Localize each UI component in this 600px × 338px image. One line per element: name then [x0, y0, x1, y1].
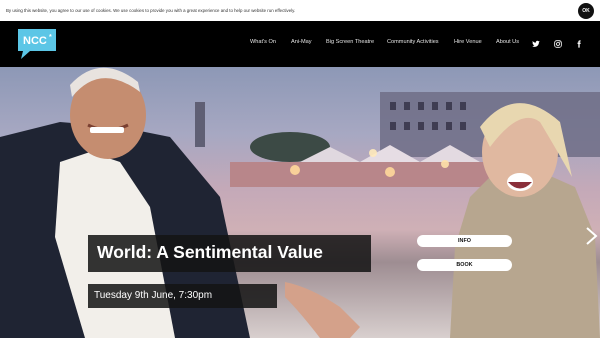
chevron-right-icon[interactable] — [584, 227, 598, 245]
cookie-message: By using this website, you agree to our … — [6, 8, 296, 13]
info-button[interactable]: INFO — [417, 235, 512, 247]
nav-whats-on[interactable]: What's On — [250, 39, 276, 45]
svg-text:*: * — [49, 34, 52, 41]
logo-text: NCC — [23, 35, 47, 47]
header: NCC * What's On Ani-May Big Screen Theat… — [0, 21, 600, 67]
logo[interactable]: NCC * — [18, 29, 56, 59]
cookie-ok-button[interactable]: OK — [578, 3, 594, 19]
nav-about-us[interactable]: About Us — [496, 39, 519, 45]
event-title: World: A Sentimental Value — [97, 242, 323, 262]
logo-icon: NCC * — [18, 29, 56, 59]
facebook-icon[interactable] — [575, 40, 583, 48]
nav-big-screen-theatre[interactable]: Big Screen Theatre — [326, 39, 374, 45]
nav-community-activities[interactable]: Community Activities — [387, 39, 439, 45]
instagram-icon[interactable] — [554, 40, 562, 48]
nav-ani-may[interactable]: Ani-May — [291, 39, 312, 45]
event-date: Tuesday 9th June, 7:30pm — [94, 290, 213, 301]
cookie-banner: By using this website, you agree to our … — [0, 0, 600, 21]
nav-hire-venue[interactable]: Hire Venue — [454, 39, 482, 45]
event-title-box: World: A Sentimental Value — [88, 235, 371, 272]
twitter-icon[interactable] — [532, 40, 540, 48]
book-button[interactable]: BOOK — [417, 259, 512, 271]
event-date-box: Tuesday 9th June, 7:30pm — [88, 284, 277, 308]
